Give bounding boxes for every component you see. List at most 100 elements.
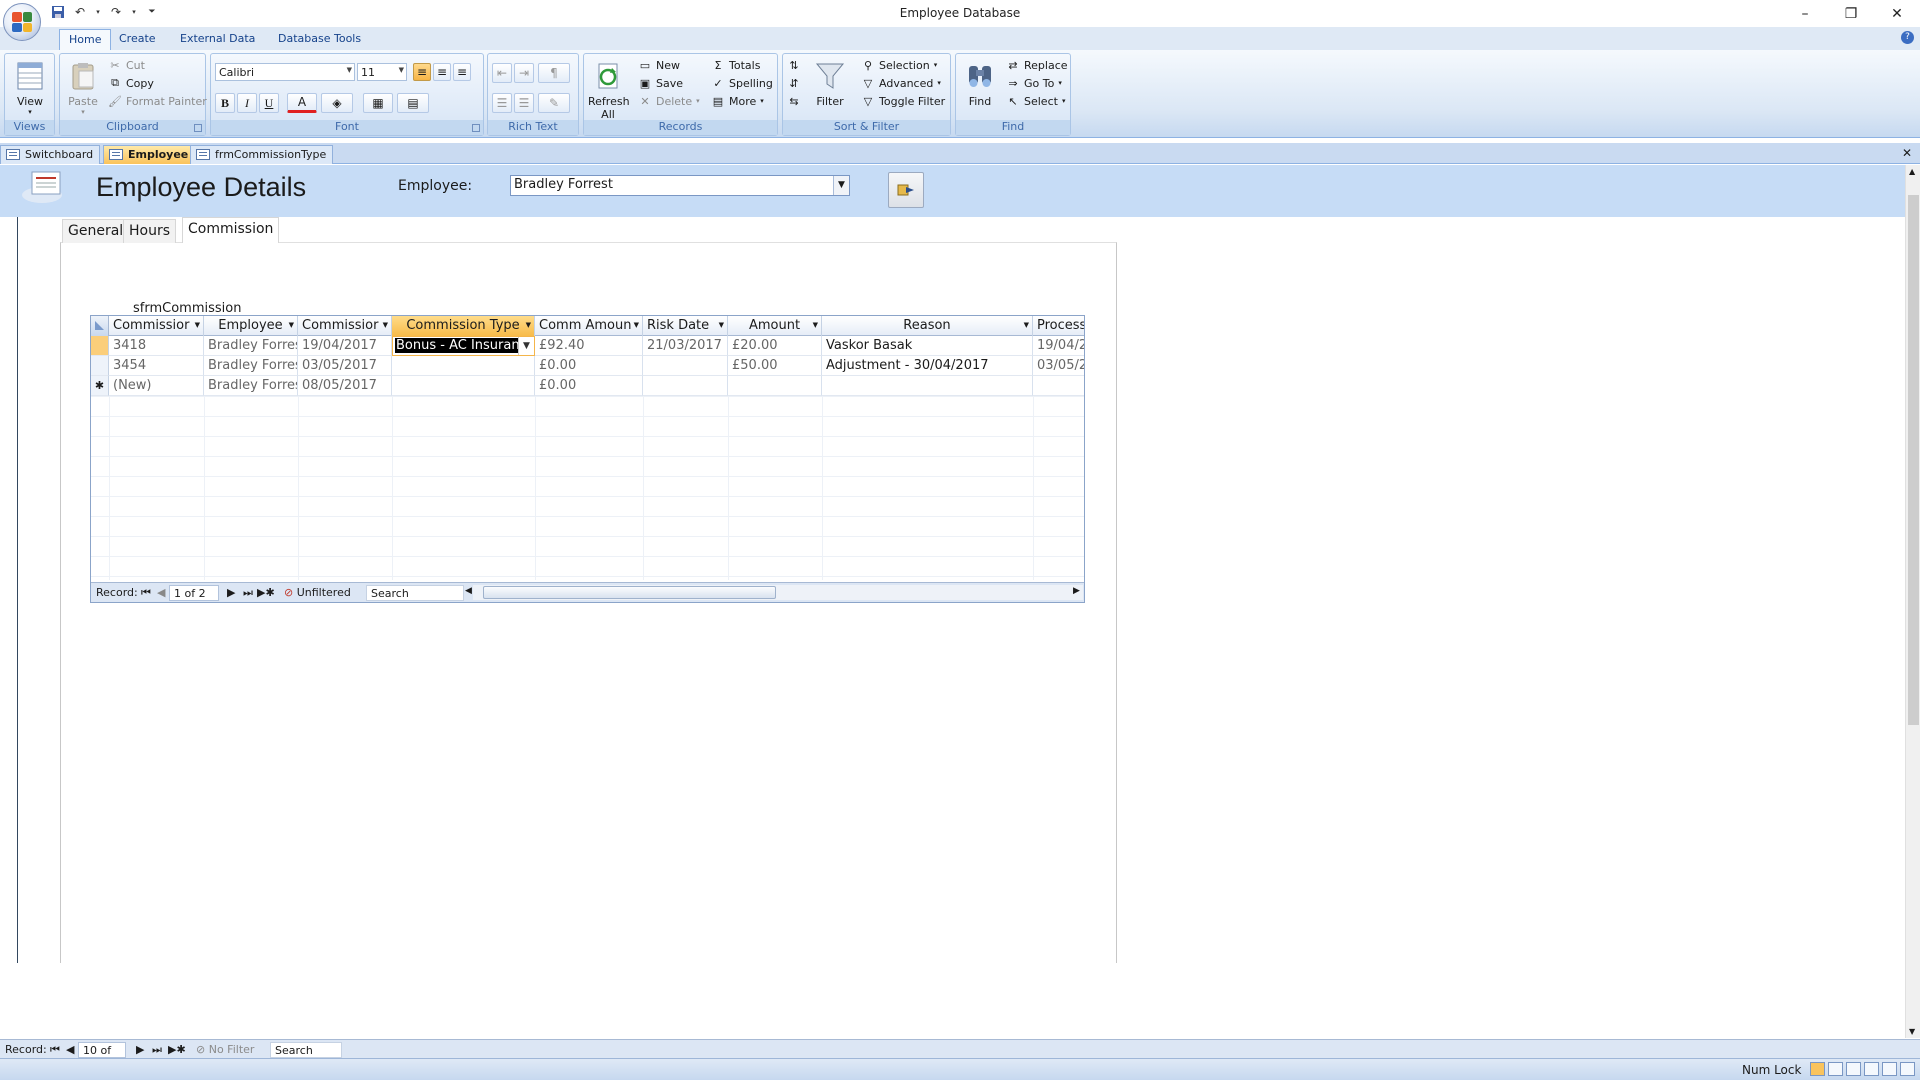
scrollbar-thumb[interactable]: [1908, 195, 1919, 725]
select-button[interactable]: ↖ Select ▾: [1006, 92, 1065, 110]
tab-create[interactable]: Create: [110, 29, 165, 50]
next-record-icon[interactable]: ▶: [227, 586, 235, 599]
scrollbar-thumb[interactable]: [483, 586, 776, 599]
italic-button[interactable]: I: [237, 93, 257, 113]
search-input[interactable]: Search: [366, 585, 464, 601]
employee-combo[interactable]: Bradley Forrest ▼: [510, 175, 850, 196]
tab-hours[interactable]: Hours: [123, 219, 177, 243]
tab-home[interactable]: Home: [59, 29, 112, 50]
pivot-chart-view-icon[interactable]: [1864, 1062, 1879, 1076]
column-header[interactable]: Commissior ▼: [109, 316, 204, 336]
highlight-button[interactable]: ✎: [538, 93, 570, 113]
close-button[interactable]: ✕: [1874, 0, 1920, 27]
increase-indent-button[interactable]: ⇥: [514, 63, 534, 83]
current-record-field[interactable]: 10 of 26: [78, 1042, 126, 1070]
font-name-combo[interactable]: Calibri ▼: [215, 63, 355, 81]
column-header[interactable]: Comm Amoun ▼: [535, 316, 643, 336]
chevron-down-icon[interactable]: ▼: [833, 176, 849, 195]
table-cell[interactable]: Bradley Forres: [204, 336, 298, 356]
form-view-icon[interactable]: [1810, 1062, 1825, 1076]
decrease-indent-button[interactable]: ⇤: [492, 63, 512, 83]
table-cell[interactable]: [643, 356, 728, 376]
table-cell[interactable]: £92.40: [535, 336, 643, 356]
row-selector[interactable]: [91, 336, 109, 356]
select-all-button[interactable]: [91, 316, 109, 336]
font-size-combo[interactable]: 11 ▼: [357, 63, 407, 81]
table-cell[interactable]: [728, 376, 822, 396]
spelling-button[interactable]: ✓ Spelling: [711, 74, 772, 92]
filter-button[interactable]: Filter: [811, 56, 849, 108]
save-record-button[interactable]: ▣ Save: [638, 74, 683, 92]
table-cell[interactable]: [392, 376, 535, 396]
last-record-icon[interactable]: ⏭: [152, 1043, 162, 1057]
refresh-all-button[interactable]: Refresh All: [588, 56, 630, 121]
help-icon[interactable]: ?: [1901, 31, 1914, 44]
filter-status[interactable]: ⊘ No Filter: [196, 1043, 254, 1056]
goto-button[interactable]: ⇒ Go To ▾: [1006, 74, 1061, 92]
align-center-button[interactable]: ≡: [433, 63, 451, 81]
restore-button[interactable]: ❐: [1828, 0, 1874, 27]
column-header[interactable]: Commission Type ▼: [392, 316, 535, 336]
scroll-right-icon[interactable]: ▶: [1073, 586, 1080, 596]
first-record-icon[interactable]: ⏮: [141, 586, 151, 600]
table-cell[interactable]: [822, 376, 1033, 396]
sort-descending-button[interactable]: ⇵: [787, 74, 801, 92]
bullets-button[interactable]: ☰: [514, 93, 534, 113]
record-selector-bar[interactable]: [0, 217, 18, 963]
table-cell[interactable]: 19/04/2017: [298, 336, 392, 356]
current-record-field[interactable]: 1 of 2: [169, 585, 219, 601]
format-painter-button[interactable]: 🖌 Format Painter: [108, 92, 207, 110]
table-cell[interactable]: 08/05/2017: [298, 376, 392, 396]
new-record-row[interactable]: ✱ (New) Bradley Forres 08/05/2017 £0.00: [91, 376, 1084, 396]
advanced-button[interactable]: ▽ Advanced ▾: [861, 74, 941, 92]
tab-commission[interactable]: Commission: [182, 217, 280, 243]
dialog-launcher-icon[interactable]: [472, 124, 480, 132]
table-cell[interactable]: 3418: [109, 336, 204, 356]
column-header[interactable]: Commissior ▼: [298, 316, 392, 336]
totals-button[interactable]: Σ Totals: [711, 56, 761, 74]
close-document-icon[interactable]: ✕: [1902, 146, 1912, 160]
office-button[interactable]: [3, 3, 41, 41]
table-cell[interactable]: Bradley Forres: [204, 356, 298, 376]
underline-button[interactable]: U: [259, 93, 279, 113]
table-cell[interactable]: 19/04/20: [1033, 336, 1084, 356]
more-button[interactable]: ▤ More ▾: [711, 92, 764, 110]
doc-tab-switchboard[interactable]: Switchboard: [0, 145, 101, 164]
table-cell[interactable]: [392, 356, 535, 376]
new-record-button[interactable]: ▭ New: [638, 56, 680, 74]
copy-button[interactable]: ⧉ Copy: [108, 74, 154, 92]
replace-button[interactable]: ⇄ Replace: [1006, 56, 1067, 74]
table-row[interactable]: 3454 Bradley Forres 03/05/2017 £0.00 £50…: [91, 356, 1084, 376]
new-record-nav-icon[interactable]: ▶✱: [257, 586, 275, 599]
table-row[interactable]: 3418 Bradley Forres 19/04/2017 Bonus - A…: [91, 336, 1084, 356]
layout-view-icon[interactable]: [1882, 1062, 1897, 1076]
table-cell[interactable]: [1033, 376, 1084, 396]
search-input[interactable]: Search: [270, 1042, 342, 1058]
cut-button[interactable]: ✂ Cut: [108, 56, 145, 74]
alternate-row-color-button[interactable]: ▤: [397, 93, 429, 113]
commission-type-combo[interactable]: Bonus - AC Insuranc ▼: [392, 336, 535, 356]
view-button[interactable]: View ▾: [11, 56, 49, 116]
bold-button[interactable]: B: [215, 93, 235, 113]
table-cell[interactable]: 03/05/20: [1033, 356, 1084, 376]
table-cell[interactable]: [643, 376, 728, 396]
go-to-employee-button[interactable]: [888, 172, 924, 208]
find-button[interactable]: Find: [960, 56, 1000, 108]
scroll-up-icon[interactable]: ▲: [1909, 167, 1915, 176]
scroll-left-icon[interactable]: ◀: [465, 586, 472, 596]
filter-status[interactable]: ⊘ Unfiltered: [284, 586, 351, 599]
horizontal-scrollbar[interactable]: [473, 585, 1083, 600]
table-cell[interactable]: 03/05/2017: [298, 356, 392, 376]
paragraph-direction-button[interactable]: ¶: [538, 63, 570, 83]
design-view-icon[interactable]: [1900, 1062, 1915, 1076]
selection-button[interactable]: ⚲ Selection ▾: [861, 56, 937, 74]
delete-record-button[interactable]: ✕ Delete ▾: [638, 92, 699, 110]
table-cell[interactable]: Vaskor Basak: [822, 336, 1033, 356]
table-cell[interactable]: £50.00: [728, 356, 822, 376]
column-header[interactable]: Employee ▼: [204, 316, 298, 336]
table-cell[interactable]: Bradley Forres: [204, 376, 298, 396]
table-cell[interactable]: £0.00: [535, 376, 643, 396]
vertical-scrollbar[interactable]: ▲ ▼: [1905, 165, 1920, 1038]
align-right-button[interactable]: ≡: [453, 63, 471, 81]
tab-general[interactable]: General: [62, 219, 130, 243]
